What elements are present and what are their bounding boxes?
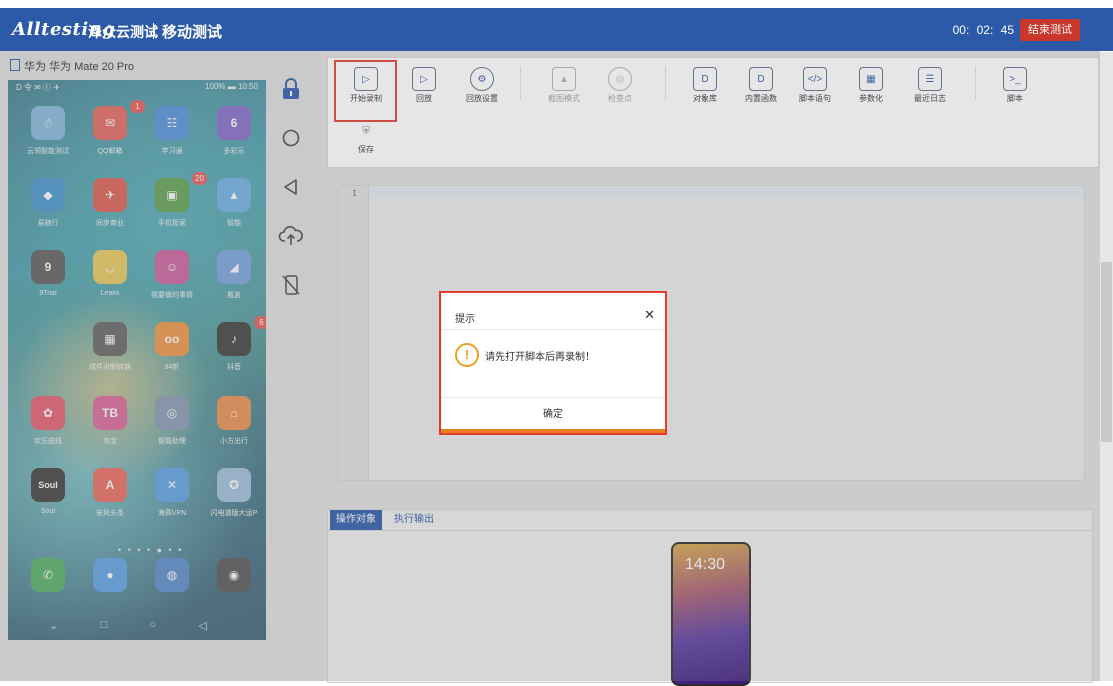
end-test-button[interactable]: 结束测试 <box>1020 19 1080 41</box>
module-title: 移动测试 <box>162 24 223 41</box>
dialog-accent-bar <box>441 429 665 433</box>
logo-cn: 泽众云测试 <box>88 24 158 40</box>
dialog-message: 请先打开脚本后再录制！ <box>485 352 595 363</box>
warning-icon: ! <box>455 343 479 367</box>
page-scrollbar[interactable] <box>1100 52 1113 681</box>
alert-dialog: 提示 ✕ ! 请先打开脚本后再录制！ 确定 <box>439 291 667 435</box>
test-timer: 00: 02: 45 <box>952 23 1014 37</box>
dialog-title: 提示 <box>455 314 475 325</box>
close-icon[interactable]: ✕ <box>644 307 655 323</box>
dialog-divider <box>441 329 665 330</box>
header-divider <box>153 23 154 39</box>
confirm-button[interactable]: 确定 <box>441 398 665 427</box>
header-bar: Alltesting 泽众云测试 移动测试 00: 02: 45 结束测试 <box>0 8 1100 51</box>
scrollbar-thumb[interactable] <box>1101 262 1112 442</box>
header-edge <box>1100 8 1113 51</box>
